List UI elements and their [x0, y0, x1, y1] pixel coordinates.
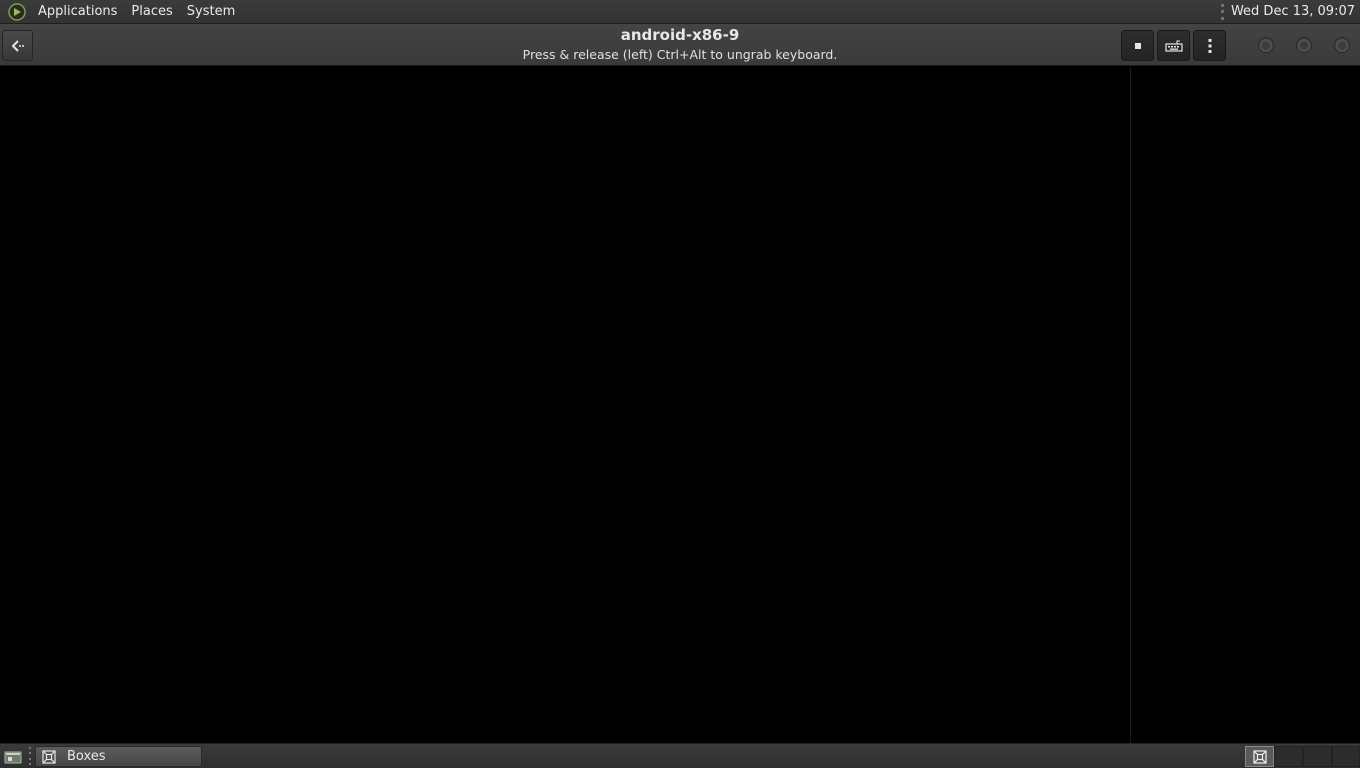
workspace-2[interactable] — [1274, 746, 1303, 767]
maximize-window-button[interactable] — [1296, 37, 1312, 53]
window-title: android-x86-9 — [620, 26, 740, 44]
places-menu[interactable]: Places — [124, 0, 179, 24]
show-desktop-icon — [4, 751, 22, 764]
minimize-window-button[interactable] — [1258, 37, 1274, 53]
back-arrow-icon — [11, 39, 24, 52]
panel-grip-handle[interactable] — [1220, 3, 1225, 20]
menu-kebab-icon — [1208, 38, 1211, 53]
system-menu[interactable]: System — [180, 0, 242, 24]
workspace-4[interactable] — [1332, 746, 1360, 767]
workspace-1[interactable] — [1245, 746, 1274, 767]
workspace-3[interactable] — [1303, 746, 1332, 767]
close-window-button[interactable] — [1334, 37, 1350, 53]
menu-button[interactable] — [1193, 30, 1226, 61]
vm-display[interactable] — [0, 67, 1130, 743]
stop-button[interactable] — [1121, 30, 1154, 61]
mate-logo-icon[interactable] — [7, 2, 27, 22]
taskbar-separator — [29, 747, 32, 765]
keyboard-button[interactable] — [1157, 30, 1190, 61]
keyboard-icon — [1164, 39, 1183, 52]
title-block: android-x86-9 Press & release (left) Ctr… — [380, 26, 980, 64]
clock[interactable]: Wed Dec 13, 09:07 — [1231, 4, 1360, 19]
ungrab-hint: Press & release (left) Ctrl+Alt to ungra… — [522, 47, 838, 62]
task-button-label: Boxes — [67, 749, 106, 764]
show-desktop-button[interactable] — [2, 747, 24, 767]
boxes-window-thumbnail-icon — [1252, 749, 1267, 764]
applications-menu[interactable]: Applications — [31, 0, 124, 24]
display-side-area — [1131, 67, 1360, 743]
back-button[interactable] — [2, 30, 33, 61]
top-panel: Applications Places System Wed Dec 13, 0… — [0, 0, 1360, 24]
task-button-boxes[interactable]: Boxes — [35, 746, 202, 767]
bottom-panel: Boxes — [0, 743, 1360, 768]
boxes-header-bar: android-x86-9 Press & release (left) Ctr… — [0, 24, 1360, 66]
boxes-app-icon — [41, 749, 57, 765]
stop-icon — [1134, 42, 1141, 49]
